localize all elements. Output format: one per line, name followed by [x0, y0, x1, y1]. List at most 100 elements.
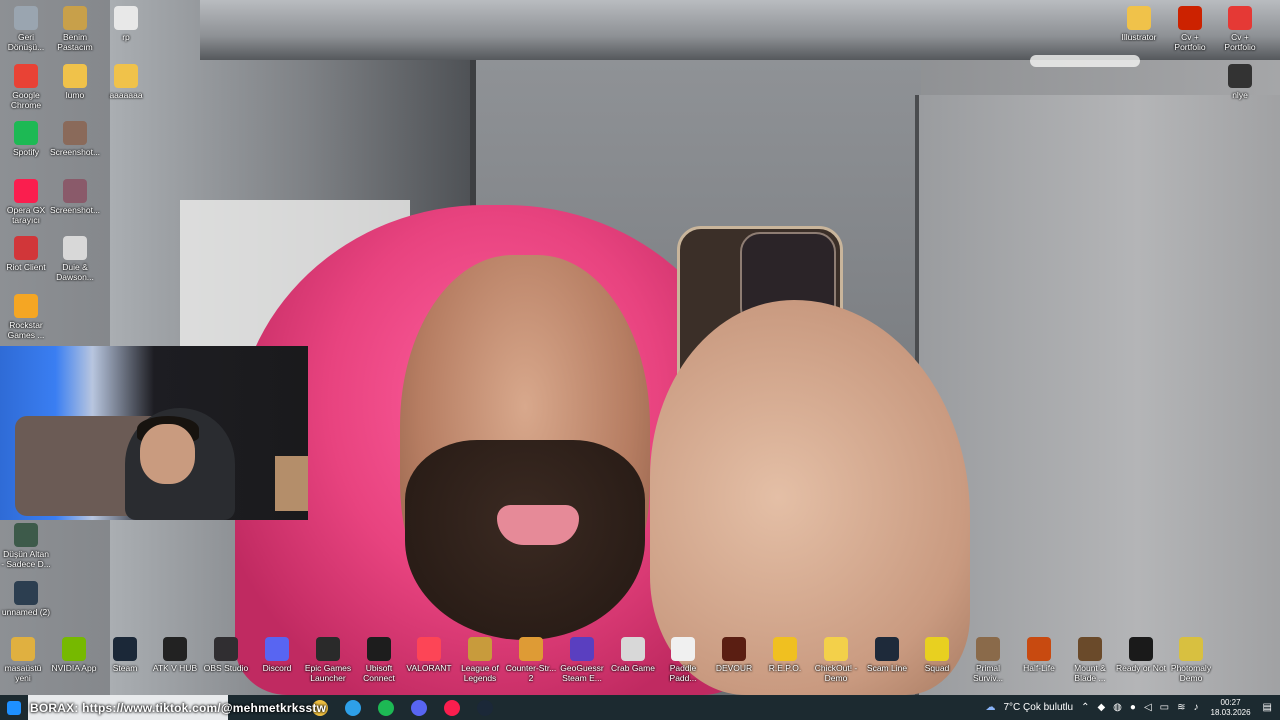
tray-app-icon[interactable]: ◆ — [1093, 702, 1109, 713]
desktop-shortcut[interactable]: R.E.P.O. — [759, 637, 811, 673]
desktop-shortcut-label: Geri Dönüşü... — [7, 32, 45, 52]
desktop-shortcut[interactable]: masaüstü yeni — [0, 637, 49, 683]
desktop-shortcut[interactable]: Opera GX tarayıcı — [0, 179, 52, 225]
desktop-shortcut-label: GeoGuessr Steam E... — [560, 663, 604, 683]
desktop-shortcut[interactable]: Google Chrome — [0, 64, 52, 110]
taskbar-apps — [303, 695, 501, 720]
pdf-file-icon — [1228, 6, 1252, 30]
steam-taskbar-icon — [476, 699, 493, 716]
chrome-icon — [14, 64, 38, 88]
wallpaper-ceiling-light — [1030, 55, 1140, 67]
desktop-shortcut[interactable]: Illustrator — [1113, 6, 1165, 42]
primal-survival-icon — [976, 637, 1000, 661]
desktop-shortcut[interactable]: Squad — [911, 637, 963, 673]
desktop-shortcut[interactable]: Counter-Str... 2 — [505, 637, 557, 683]
desktop-shortcut[interactable]: Düşün Altan - Sadece D... — [0, 523, 52, 569]
mount-blade-icon — [1078, 637, 1102, 661]
desktop-shortcut[interactable]: Cv + Portfolio — [1214, 6, 1266, 52]
desktop-shortcut[interactable]: Half-Life — [1013, 637, 1065, 673]
half-life-icon — [1027, 637, 1051, 661]
desktop-shortcut-label: lumo — [65, 90, 85, 100]
atk-hub-icon — [163, 637, 187, 661]
desktop-shortcut[interactable]: ChickOut! - Demo — [810, 637, 862, 683]
desktop-shortcut[interactable]: unnamed (2) — [0, 581, 52, 617]
weather-text[interactable]: 7°C Çok bulutlu — [999, 702, 1077, 713]
taskbar-app[interactable] — [369, 695, 402, 720]
desktop-shortcut-label: Scam Line — [866, 663, 908, 673]
desktop-shortcut-label: Squad — [924, 663, 950, 673]
desktop-shortcut[interactable]: Discord — [251, 637, 303, 673]
desktop-shortcut[interactable]: rp — [100, 6, 152, 42]
desktop-shortcut[interactable]: Photomaly Demo — [1165, 637, 1217, 683]
desktop-shortcut-label: Primal Surviv... — [972, 663, 1004, 683]
network-icon[interactable]: ◍ — [1109, 702, 1126, 713]
desktop-shortcut[interactable]: Screenshot... — [49, 179, 101, 215]
epic-games-icon — [316, 637, 340, 661]
desktop-shortcut[interactable]: nlye — [1214, 64, 1266, 100]
desktop-shortcut-label: R.E.P.O. — [768, 663, 802, 673]
desktop-shortcut-label: Opera GX tarayıcı — [6, 205, 46, 225]
desktop-shortcut[interactable]: DEVOUR — [708, 637, 760, 673]
taskbar-app[interactable] — [336, 695, 369, 720]
riot-client-icon — [14, 236, 38, 260]
desktop-shortcut[interactable]: VALORANT — [403, 637, 455, 673]
desktop-shortcut-label: Duie & Dawson... — [56, 262, 94, 282]
speaker-icon[interactable]: ♪ — [1190, 702, 1203, 713]
crab-game-icon — [621, 637, 645, 661]
desktop-shortcut[interactable]: NVIDIA App — [48, 637, 100, 673]
scam-line-icon — [875, 637, 899, 661]
desktop-shortcut[interactable]: ATK V HUB — [149, 637, 201, 673]
taskbar-app[interactable] — [402, 695, 435, 720]
valorant-icon — [417, 637, 441, 661]
desktop-shortcut[interactable]: Duie & Dawson... — [49, 236, 101, 282]
wifi-icon[interactable]: ≋ — [1173, 702, 1189, 713]
volume-icon[interactable]: ◁ — [1140, 702, 1156, 713]
taskbar-app[interactable] — [468, 695, 501, 720]
desktop-shortcut[interactable]: Primal Surviv... — [962, 637, 1014, 683]
desktop-shortcut[interactable]: Ubisoft Connect — [353, 637, 405, 683]
desktop-shortcut-label: OBS Studio — [203, 663, 249, 673]
notification-icon[interactable]: ▤ — [1259, 702, 1280, 713]
desktop-shortcut[interactable]: lumo — [49, 64, 101, 100]
desktop-shortcut[interactable]: Epic Games Launcher — [302, 637, 354, 683]
desktop-shortcut-label: Benim Pastacım — [57, 32, 93, 52]
clock[interactable]: 00:27 18.03.2026 — [1203, 698, 1259, 718]
repo-icon — [773, 637, 797, 661]
desktop-shortcut-label: Discord — [262, 663, 292, 673]
desktop-shortcut-label: Screenshot... — [49, 205, 101, 215]
desktop-shortcut[interactable]: Crab Game — [607, 637, 659, 673]
nvidia-icon — [62, 637, 86, 661]
desktop-shortcut[interactable]: Benim Pastacım — [49, 6, 101, 52]
chevron-up-icon[interactable]: ⌃ — [1077, 702, 1093, 713]
weather-icon[interactable]: ☁ — [981, 702, 999, 713]
desktop-shortcut-label: Paddle Padd... — [669, 663, 697, 683]
desktop-shortcut[interactable]: Geri Dönüşü... — [0, 6, 52, 52]
recycle-bin-icon — [14, 6, 38, 30]
desktop-shortcut[interactable]: Steam — [99, 637, 151, 673]
desktop-shortcut[interactable]: Ready or Not — [1115, 637, 1167, 673]
start-button[interactable] — [0, 695, 28, 720]
desktop-shortcut[interactable]: OBS Studio — [200, 637, 252, 673]
taskbar-app[interactable] — [435, 695, 468, 720]
wallpaper-tongue — [497, 505, 579, 545]
desktop-shortcut[interactable]: League of Legends — [454, 637, 506, 683]
desktop-shortcut-label: nlye — [1232, 90, 1248, 100]
webcam-box — [275, 456, 308, 511]
text-file-icon — [11, 637, 35, 661]
desktop-shortcut-label: Google Chrome — [10, 90, 42, 110]
desktop-shortcut[interactable]: GeoGuessr Steam E... — [556, 637, 608, 683]
desktop-shortcut[interactable]: Riot Client — [0, 236, 52, 272]
desktop-shortcut[interactable]: Scam Line — [861, 637, 913, 673]
desktop-shortcut[interactable]: aaaaaaa — [100, 64, 152, 100]
desktop-shortcut[interactable]: Screenshot... — [49, 121, 101, 157]
video-file-icon — [1228, 64, 1252, 88]
desktop-shortcut-label: ATK V HUB — [152, 663, 198, 673]
desktop-shortcut[interactable]: Spotify — [0, 121, 52, 157]
display-icon[interactable]: ▭ — [1156, 702, 1173, 713]
desktop-shortcut[interactable]: Mount & Blade ... — [1064, 637, 1116, 683]
desktop-shortcut[interactable]: Paddle Padd... — [657, 637, 709, 683]
opera-gx-taskbar-icon — [443, 699, 460, 716]
desktop-shortcut[interactable]: Rockstar Games ... — [0, 294, 52, 340]
desktop-shortcut[interactable]: Cv + Portfolio — [1164, 6, 1216, 52]
microphone-icon[interactable]: ● — [1126, 702, 1140, 713]
